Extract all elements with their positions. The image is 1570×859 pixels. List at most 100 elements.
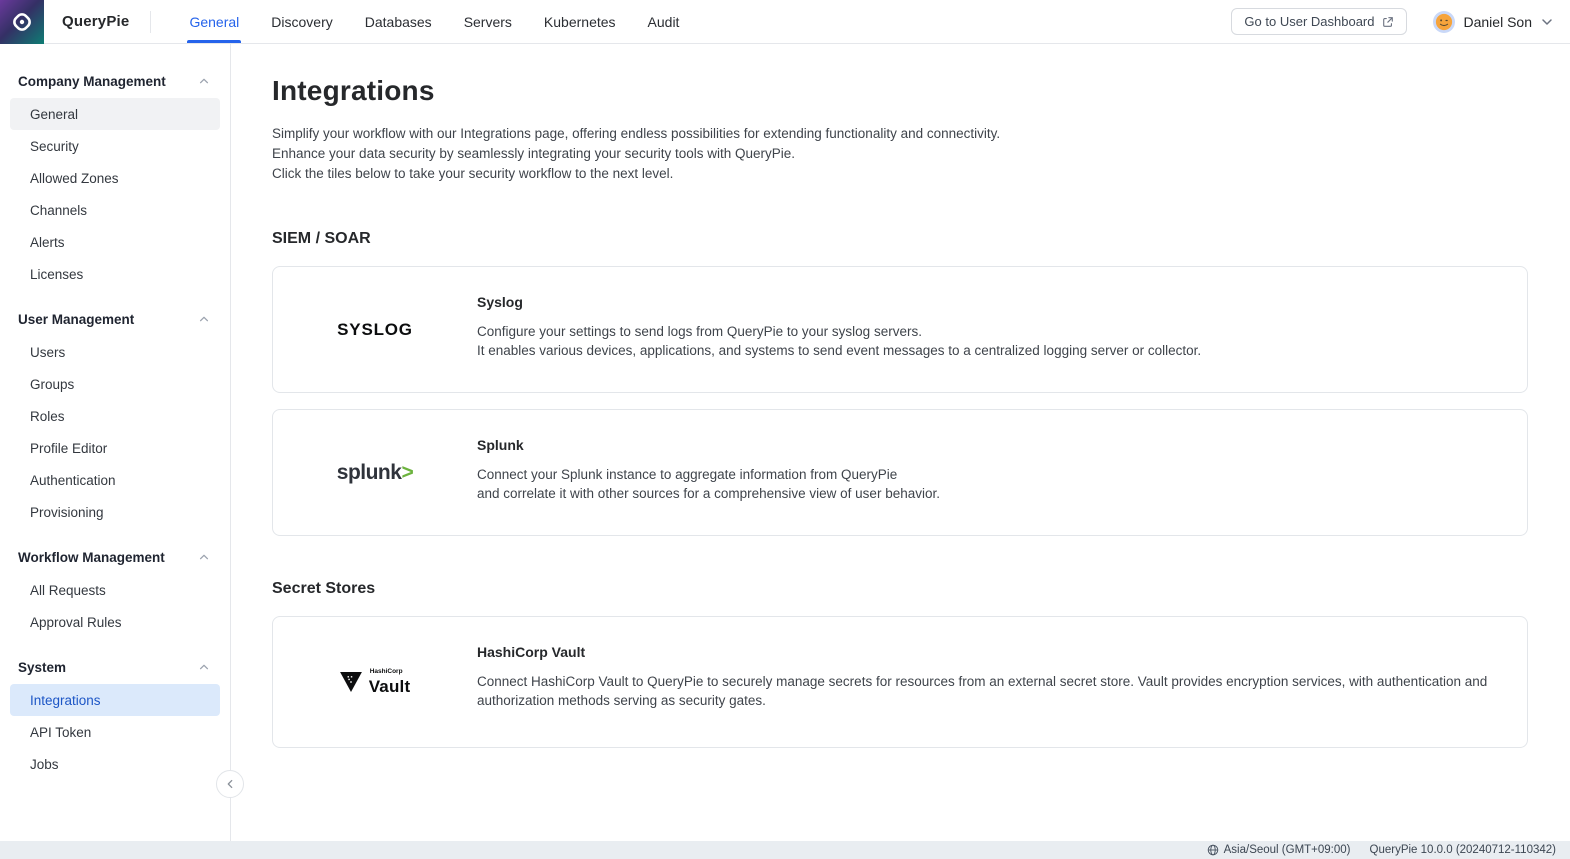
card-body: Syslog Configure your settings to send l… (477, 267, 1527, 392)
header-right: Go to User Dashboard Daniel Son (1231, 8, 1570, 35)
section-heading-secret-stores: Secret Stores (272, 580, 1528, 598)
section-items: General Security Allowed Zones Channels … (0, 96, 230, 290)
sidebar-item-api-token[interactable]: API Token (10, 716, 220, 748)
section-title: Company Management (18, 74, 166, 89)
sidebar-item-profile-editor[interactable]: Profile Editor (10, 432, 220, 464)
integration-card-splunk[interactable]: splunk> Splunk Connect your Splunk insta… (272, 409, 1528, 536)
go-to-user-dashboard-label: Go to User Dashboard (1244, 14, 1374, 29)
card-body: Splunk Connect your Splunk instance to a… (477, 410, 1527, 535)
external-link-icon (1382, 16, 1394, 28)
go-to-user-dashboard-button[interactable]: Go to User Dashboard (1231, 8, 1406, 35)
timezone-block: Asia/Seoul (GMT+09:00) (1207, 844, 1351, 856)
sidebar-item-authentication[interactable]: Authentication (10, 464, 220, 496)
syslog-logo-text: SYSLOG (337, 320, 413, 340)
chevron-up-icon (198, 551, 210, 563)
sidebar-item-roles[interactable]: Roles (10, 400, 220, 432)
sidebar-item-users[interactable]: Users (10, 336, 220, 368)
sidebar-item-provisioning[interactable]: Provisioning (10, 496, 220, 528)
vault-triangle-icon (340, 672, 362, 692)
card-description: Configure your settings to send logs fro… (477, 323, 1501, 361)
sidebar-item-security[interactable]: Security (10, 130, 220, 162)
integration-card-hashicorp-vault[interactable]: HashiCorp Vault HashiCorp Vault Connect … (272, 616, 1528, 748)
syslog-logo: SYSLOG (273, 267, 477, 392)
sidebar-item-approval-rules[interactable]: Approval Rules (10, 606, 220, 638)
sidebar-item-all-requests[interactable]: All Requests (10, 574, 220, 606)
description-line: and correlate it with other sources for … (477, 485, 1501, 504)
vault-logo-word: Vault (369, 678, 411, 695)
description-line: Connect HashiCorp Vault to QueryPie to s… (477, 673, 1501, 710)
chevron-up-icon (198, 75, 210, 87)
description-line: Configure your settings to send logs fro… (477, 323, 1501, 342)
sidebar-item-allowed-zones[interactable]: Allowed Zones (10, 162, 220, 194)
user-avatar[interactable] (1433, 11, 1455, 33)
sidebar-item-alerts[interactable]: Alerts (10, 226, 220, 258)
chevron-up-icon (198, 313, 210, 325)
avatar-emoji-icon (1435, 13, 1453, 31)
querypie-logo[interactable] (0, 0, 44, 44)
section-heading-siem-soar: SIEM / SOAR (272, 230, 1528, 248)
user-name[interactable]: Daniel Son (1464, 14, 1533, 30)
sidebar-section-user-management: User Management Users Groups Roles Profi… (0, 304, 230, 528)
vault-logo-hashicorp: HashiCorp (370, 669, 411, 676)
brand-name: QueryPie (62, 13, 129, 30)
card-description: Connect your Splunk instance to aggregat… (477, 466, 1501, 504)
splunk-logo: splunk> (273, 410, 477, 535)
querypie-logo-icon (10, 10, 34, 34)
splunk-logo-arrow: > (401, 461, 413, 484)
page-title: Integrations (272, 75, 1528, 107)
primary-tabs: General Discovery Databases Servers Kube… (173, 0, 695, 43)
top-nav: QueryPie General Discovery Databases Ser… (0, 0, 1570, 44)
tab-discovery[interactable]: Discovery (255, 0, 348, 43)
tab-servers[interactable]: Servers (448, 0, 528, 43)
version-text: QueryPie 10.0.0 (20240712-110342) (1370, 844, 1556, 856)
header-divider (150, 11, 151, 33)
sidebar-collapse-button[interactable] (216, 770, 244, 798)
sidebar-section-header-company-management[interactable]: Company Management (0, 66, 230, 96)
card-title: Syslog (477, 294, 1501, 310)
sidebar-item-general[interactable]: General (10, 98, 220, 130)
sidebar: Company Management General Security Allo… (0, 44, 231, 841)
tab-databases[interactable]: Databases (349, 0, 448, 43)
sidebar-item-licenses[interactable]: Licenses (10, 258, 220, 290)
integration-card-syslog[interactable]: SYSLOG Syslog Configure your settings to… (272, 266, 1528, 393)
globe-icon (1207, 844, 1219, 856)
sidebar-section-workflow-management: Workflow Management All Requests Approva… (0, 542, 230, 638)
section-items: Integrations API Token Jobs (0, 682, 230, 780)
section-title: System (18, 660, 66, 675)
main-content: Integrations Simplify your workflow with… (231, 44, 1570, 841)
vault-logo-text: HashiCorp Vault (369, 669, 411, 695)
card-description: Connect HashiCorp Vault to QueryPie to s… (477, 673, 1501, 710)
intro-line: Enhance your data security by seamlessly… (272, 144, 1528, 164)
description-line: It enables various devices, applications… (477, 342, 1501, 361)
intro-line: Click the tiles below to take your secur… (272, 164, 1528, 184)
tab-kubernetes[interactable]: Kubernetes (528, 0, 632, 43)
intro-line: Simplify your workflow with our Integrat… (272, 124, 1528, 144)
sidebar-section-company-management: Company Management General Security Allo… (0, 66, 230, 290)
sidebar-section-system: System Integrations API Token Jobs (0, 652, 230, 780)
chevron-up-icon (198, 661, 210, 673)
page-intro: Simplify your workflow with our Integrat… (272, 124, 1528, 184)
section-items: All Requests Approval Rules (0, 572, 230, 638)
tab-audit[interactable]: Audit (632, 0, 696, 43)
card-title: HashiCorp Vault (477, 644, 1501, 660)
description-line: Connect your Splunk instance to aggregat… (477, 466, 1501, 485)
chevron-left-icon (224, 778, 236, 790)
section-title: User Management (18, 312, 134, 327)
sidebar-item-channels[interactable]: Channels (10, 194, 220, 226)
hashicorp-vault-logo: HashiCorp Vault (273, 617, 477, 747)
timezone-text: Asia/Seoul (GMT+09:00) (1224, 844, 1351, 856)
sidebar-item-groups[interactable]: Groups (10, 368, 220, 400)
sidebar-section-header-system[interactable]: System (0, 652, 230, 682)
card-body: HashiCorp Vault Connect HashiCorp Vault … (477, 617, 1527, 747)
section-items: Users Groups Roles Profile Editor Authen… (0, 334, 230, 528)
sidebar-item-jobs[interactable]: Jobs (10, 748, 220, 780)
footer-bar: Asia/Seoul (GMT+09:00) QueryPie 10.0.0 (… (0, 841, 1570, 859)
chevron-down-icon[interactable] (1540, 15, 1554, 29)
sidebar-item-integrations[interactable]: Integrations (10, 684, 220, 716)
tab-general[interactable]: General (173, 0, 255, 43)
section-title: Workflow Management (18, 550, 165, 565)
card-title: Splunk (477, 437, 1501, 453)
sidebar-section-header-user-management[interactable]: User Management (0, 304, 230, 334)
sidebar-section-header-workflow-management[interactable]: Workflow Management (0, 542, 230, 572)
splunk-logo-text: splunk> (337, 461, 413, 485)
